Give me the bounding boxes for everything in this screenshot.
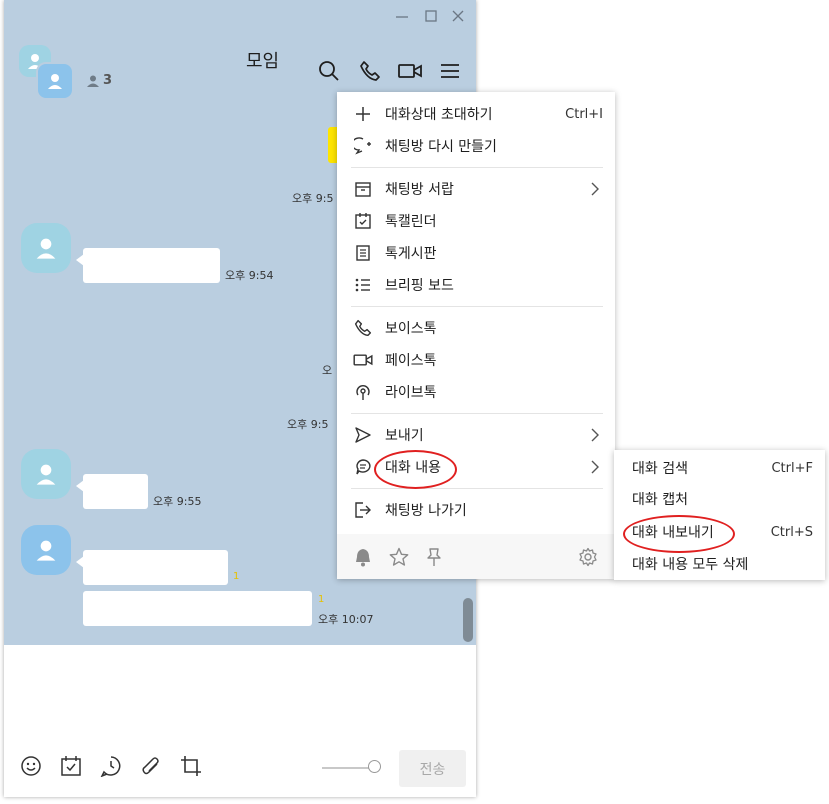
submenu-item-export[interactable]: 대화 내보내기 Ctrl+S bbox=[614, 516, 825, 548]
submenu-item-label: 대화 검색 bbox=[632, 461, 688, 477]
member-count-value: 3 bbox=[103, 73, 113, 88]
submenu-item-label: 대화 캡처 bbox=[632, 492, 688, 508]
chat-bubble-icon bbox=[353, 457, 373, 477]
message-time: 오후 9:5 bbox=[292, 192, 334, 205]
pin-icon[interactable] bbox=[423, 546, 445, 568]
send-arrow-icon bbox=[353, 425, 373, 445]
menu-divider bbox=[351, 167, 603, 168]
schedule-icon[interactable] bbox=[98, 753, 124, 779]
broadcast-icon bbox=[353, 382, 373, 402]
chevron-right-icon bbox=[591, 460, 601, 474]
unread-count: 1 bbox=[233, 571, 240, 582]
avatar[interactable] bbox=[21, 449, 71, 499]
submenu-item-search[interactable]: 대화 검색 Ctrl+F bbox=[614, 452, 825, 484]
chat-plus-icon bbox=[353, 136, 373, 156]
menu-item-livetalk[interactable]: 라이브톡 bbox=[337, 376, 615, 408]
drawer-icon bbox=[353, 179, 373, 199]
menu-item-shortcut: Ctrl+I bbox=[565, 106, 603, 122]
message-time: 오후 9:55 bbox=[153, 495, 202, 508]
menu-item-leave[interactable]: 채팅방 나가기 bbox=[337, 494, 615, 526]
submenu-item-shortcut: Ctrl+F bbox=[771, 460, 813, 476]
opacity-slider-track[interactable] bbox=[322, 767, 372, 769]
message-bubble[interactable] bbox=[76, 550, 228, 585]
menu-item-label: 라이브톡 bbox=[385, 385, 437, 401]
avatar[interactable] bbox=[21, 223, 71, 273]
chevron-right-icon bbox=[591, 428, 601, 442]
chat-content-submenu: 대화 검색 Ctrl+F 대화 캡처 대화 내보내기 Ctrl+S 대화 내용 … bbox=[614, 450, 825, 580]
menu-item-send[interactable]: 보내기 bbox=[337, 419, 615, 451]
menu-divider bbox=[351, 306, 603, 307]
menu-item-label: 대화 내용 bbox=[385, 460, 441, 476]
menu-item-label: 톡게시판 bbox=[385, 246, 437, 262]
message-time: 오후 9:54 bbox=[225, 269, 274, 282]
minimize-icon[interactable] bbox=[392, 6, 412, 26]
menu-item-label: 톡캘린더 bbox=[385, 214, 437, 230]
plus-icon bbox=[353, 104, 373, 124]
menu-divider bbox=[351, 488, 603, 489]
submenu-item-capture[interactable]: 대화 캡처 bbox=[614, 483, 825, 515]
menu-item-label: 채팅방 나가기 bbox=[385, 503, 467, 519]
message-time: 오후 10:07 bbox=[318, 613, 374, 626]
attach-icon[interactable] bbox=[138, 753, 164, 779]
submenu-item-label: 대화 내보내기 bbox=[632, 525, 714, 541]
star-icon[interactable] bbox=[388, 546, 410, 568]
menu-item-facetalk[interactable]: 페이스톡 bbox=[337, 344, 615, 376]
person-icon bbox=[87, 75, 99, 87]
message-bubble[interactable] bbox=[76, 474, 148, 509]
menu-item-label: 페이스톡 bbox=[385, 353, 437, 369]
emoticon-icon[interactable] bbox=[18, 753, 44, 779]
unread-count: 1 bbox=[318, 594, 325, 605]
message-time: 오후 9:5 bbox=[287, 418, 329, 431]
menu-item-label: 채팅방 서랍 bbox=[385, 182, 454, 198]
phone-icon[interactable] bbox=[357, 58, 383, 84]
menu-item-voicetalk[interactable]: 보이스톡 bbox=[337, 312, 615, 344]
menu-item-calendar[interactable]: 톡캘린더 bbox=[337, 205, 615, 237]
message-bubble[interactable] bbox=[76, 248, 220, 283]
send-button[interactable]: 전송 bbox=[399, 750, 466, 787]
close-icon[interactable] bbox=[448, 6, 468, 26]
avatar[interactable] bbox=[21, 525, 71, 575]
menu-icon[interactable] bbox=[437, 58, 463, 84]
menu-item-label: 채팅방 다시 만들기 bbox=[385, 139, 497, 155]
video-icon bbox=[353, 350, 373, 370]
chat-room-menu: 대화상대 초대하기 Ctrl+I 채팅방 다시 만들기 채팅방 서랍 톡캘린더 … bbox=[337, 92, 615, 579]
video-call-icon[interactable] bbox=[397, 58, 423, 84]
calendar-icon[interactable] bbox=[58, 753, 84, 779]
member-count[interactable]: 3 bbox=[86, 73, 112, 88]
board-icon bbox=[353, 243, 373, 263]
menu-footer bbox=[337, 534, 615, 579]
submenu-item-delete-all[interactable]: 대화 내용 모두 삭제 bbox=[614, 548, 825, 580]
menu-divider bbox=[351, 413, 603, 414]
menu-item-briefing[interactable]: 브리핑 보드 bbox=[337, 269, 615, 301]
menu-item-label: 보이스톡 bbox=[385, 321, 437, 337]
menu-item-chat-content[interactable]: 대화 내용 bbox=[337, 451, 615, 483]
menu-item-label: 보내기 bbox=[385, 428, 424, 444]
submenu-item-shortcut: Ctrl+S bbox=[770, 524, 813, 540]
phone-icon bbox=[353, 318, 373, 338]
menu-item-label: 브리핑 보드 bbox=[385, 278, 454, 294]
chevron-right-icon bbox=[591, 182, 601, 196]
list-icon bbox=[353, 275, 373, 295]
menu-item-recreate[interactable]: 채팅방 다시 만들기 bbox=[337, 130, 615, 162]
group-avatar-front[interactable] bbox=[36, 62, 74, 100]
scrollbar-thumb[interactable] bbox=[463, 598, 473, 642]
maximize-icon[interactable] bbox=[421, 6, 441, 26]
title-bar bbox=[4, 0, 476, 32]
calendar-check-icon bbox=[353, 211, 373, 231]
menu-item-drawer[interactable]: 채팅방 서랍 bbox=[337, 173, 615, 205]
menu-item-board[interactable]: 톡게시판 bbox=[337, 237, 615, 269]
opacity-slider-knob[interactable] bbox=[368, 760, 381, 773]
message-bubble[interactable] bbox=[83, 591, 312, 626]
submenu-item-label: 대화 내용 모두 삭제 bbox=[632, 557, 749, 573]
message-time: 오 bbox=[322, 364, 333, 377]
gear-icon[interactable] bbox=[577, 546, 599, 568]
exit-icon bbox=[353, 500, 373, 520]
search-icon[interactable] bbox=[316, 58, 342, 84]
crop-capture-icon[interactable] bbox=[178, 753, 204, 779]
message-input-area[interactable]: 전송 bbox=[4, 645, 476, 797]
room-title: 모임 bbox=[246, 51, 280, 72]
menu-item-invite[interactable]: 대화상대 초대하기 Ctrl+I bbox=[337, 98, 615, 130]
menu-item-label: 대화상대 초대하기 bbox=[385, 107, 493, 123]
bell-icon[interactable] bbox=[352, 546, 374, 568]
